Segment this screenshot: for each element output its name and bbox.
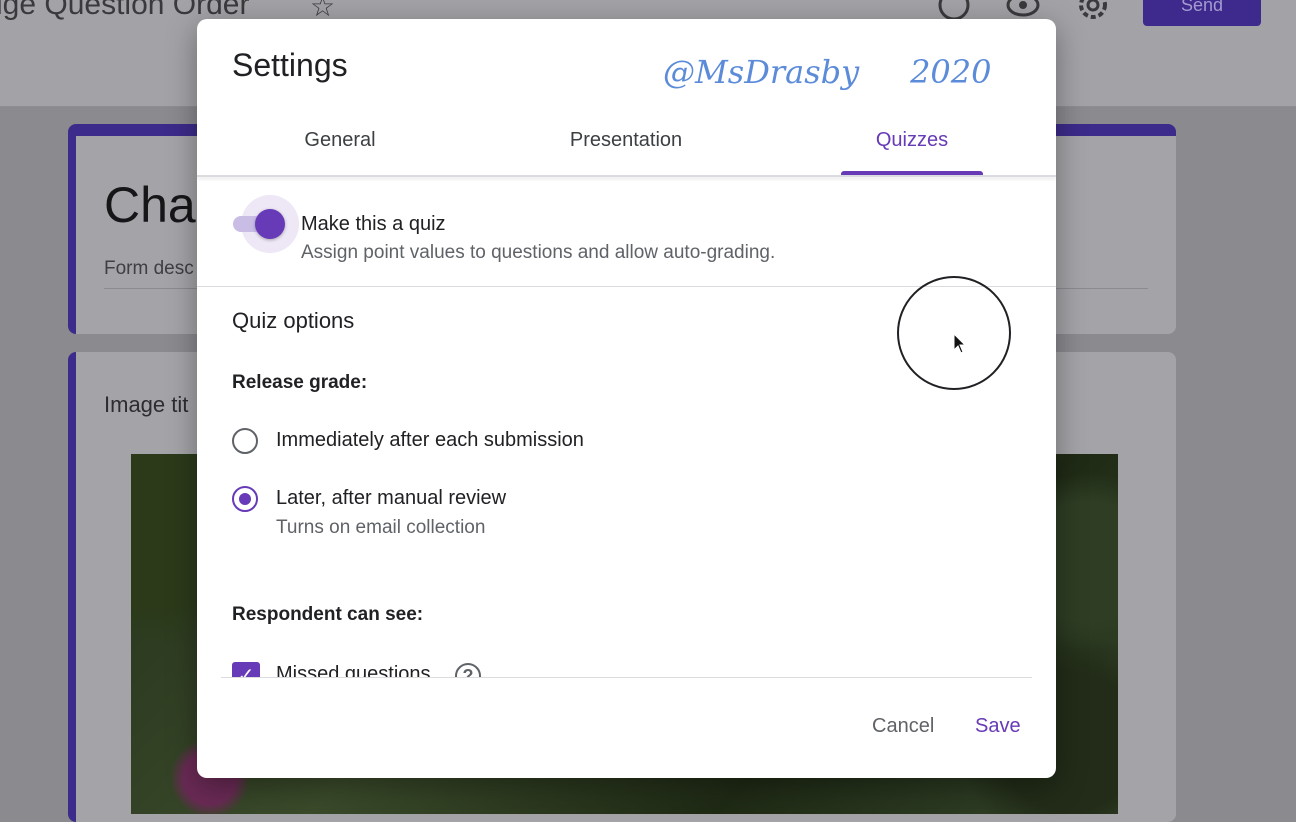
footer-divider (221, 677, 1032, 678)
help-icon[interactable]: ? (455, 663, 481, 677)
option-immediately-label[interactable]: Immediately after each submission (276, 429, 584, 452)
tab-presentation[interactable]: Presentation (570, 129, 682, 152)
tab-general[interactable]: General (304, 129, 375, 152)
quiz-toggle-switch[interactable] (255, 209, 285, 239)
scroll-clip-area: ✓ Missed questions ? (197, 619, 1056, 677)
option-later-label[interactable]: Later, after manual review (276, 487, 506, 510)
cancel-button[interactable]: Cancel (872, 715, 934, 738)
missed-questions-checkbox[interactable]: ✓ (232, 662, 260, 677)
quiz-toggle-label: Make this a quiz (301, 213, 446, 235)
settings-gear-icon[interactable] (1076, 0, 1110, 22)
tab-divider (197, 175, 1056, 177)
option-later-sublabel: Turns on email collection (276, 517, 486, 538)
missed-questions-label[interactable]: Missed questions (276, 663, 431, 677)
radio-immediately[interactable] (232, 428, 258, 454)
save-button[interactable]: Save (975, 715, 1021, 738)
radio-later-manual-review[interactable] (232, 486, 258, 512)
send-button[interactable]: Send (1143, 0, 1261, 26)
watermark: @MsDrasby 2020 (663, 53, 992, 91)
mouse-pointer-icon (953, 333, 967, 354)
dialog-title: Settings (232, 47, 348, 83)
settings-dialog: Settings @MsDrasby 2020 General Presenta… (197, 19, 1056, 778)
quiz-toggle-description: Assign point values to questions and all… (301, 242, 776, 263)
form-description[interactable]: Form desc (104, 258, 194, 280)
release-grade-label: Release grade: (232, 372, 368, 393)
image-title[interactable]: Image tit (104, 392, 188, 418)
quiz-options-title: Quiz options (232, 308, 355, 333)
tab-quizzes[interactable]: Quizzes (876, 129, 948, 152)
